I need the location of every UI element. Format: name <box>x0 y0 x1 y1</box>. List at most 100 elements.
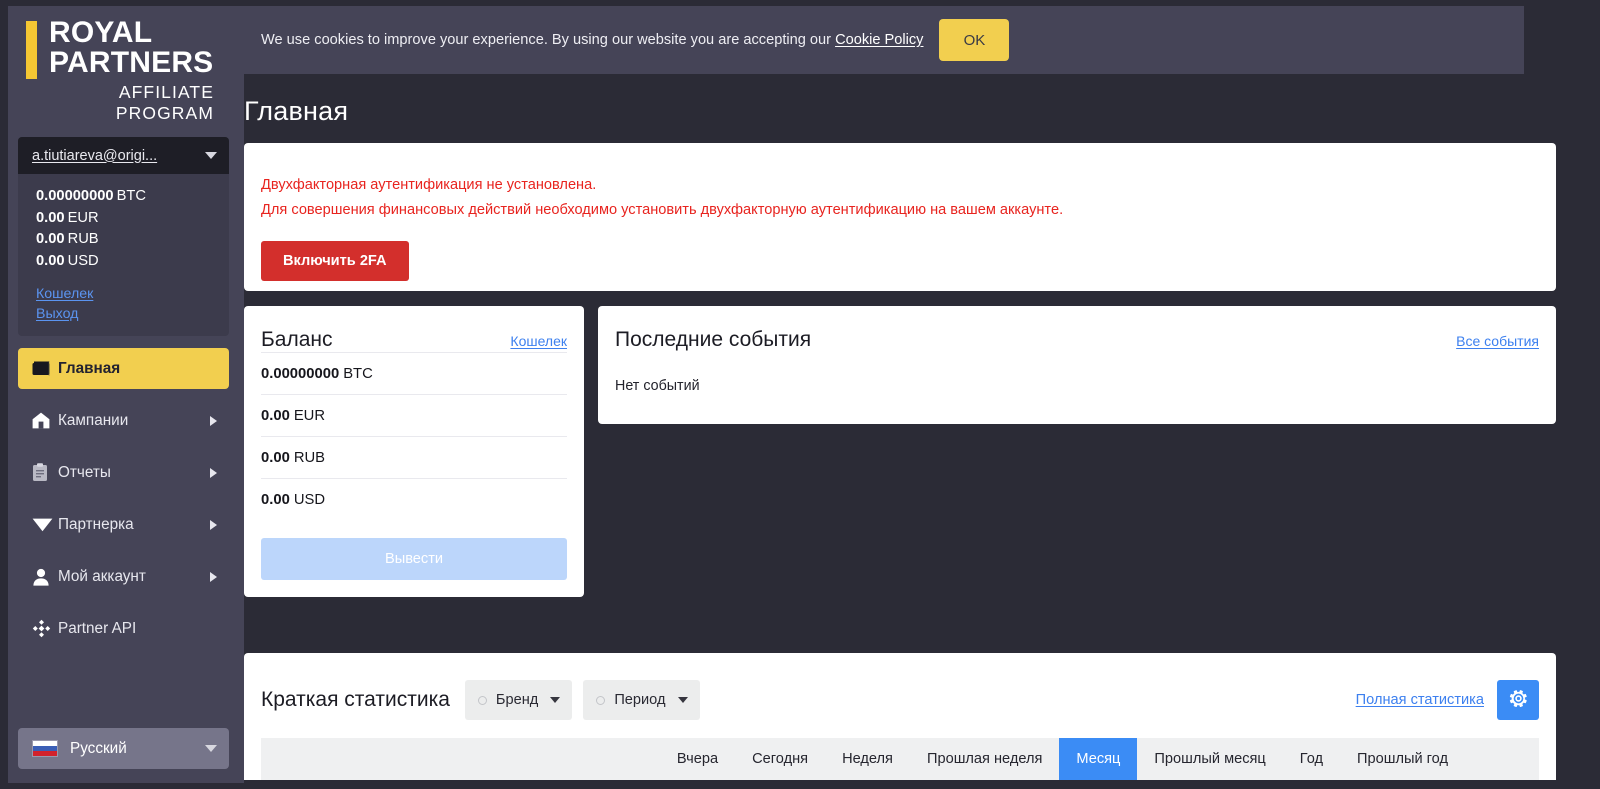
balance-currency: BTC <box>343 366 373 382</box>
sidebar-balance-currency: BTC <box>117 188 146 204</box>
cookie-banner-text: We use cookies to improve your experienc… <box>261 32 923 48</box>
sidebar: ROYAL PARTNERS AFFILIATE PROGRAM a.tiuti… <box>0 0 244 789</box>
tab-today[interactable]: Сегодня <box>735 738 825 780</box>
brand-filter-dropdown[interactable]: Бренд <box>465 680 572 720</box>
sidebar-item-partner-api[interactable]: Partner API <box>18 608 229 649</box>
chevron-right-icon <box>210 468 217 478</box>
sidebar-item-affiliate[interactable]: Партнерка <box>18 504 229 545</box>
twofa-warning-line-2: Для совершения финансовых действий необх… <box>261 198 1556 223</box>
sidebar-nav: Главная Кампании Отчеты Па <box>8 348 244 649</box>
balance-row: 0.00USD <box>261 478 567 520</box>
brand-accent-bar <box>26 21 37 79</box>
latest-events-card: Последние события Все события Нет событи… <box>598 306 1556 424</box>
quick-stats-title: Краткая статистика <box>261 688 450 712</box>
events-card-title: Последние события <box>615 328 811 352</box>
brand-line-2: PARTNERS <box>49 48 213 78</box>
tab-last-week[interactable]: Прошлая неделя <box>910 738 1059 780</box>
tab-last-month[interactable]: Прошлый месяц <box>1137 738 1282 780</box>
user-links: Кошелек Выход <box>18 272 229 324</box>
chevron-right-icon <box>210 520 217 530</box>
twofa-warning-line-1: Двухфакторная аутентификация не установл… <box>261 173 1556 198</box>
all-events-link[interactable]: Все события <box>1456 333 1539 349</box>
tab-year[interactable]: Год <box>1283 738 1340 780</box>
sidebar-balance-amount: 0.00 <box>36 231 65 247</box>
settings-button[interactable] <box>1497 680 1539 720</box>
dashboard-row: Баланс Кошелек 0.00000000BTC 0.00EUR 0.0… <box>244 306 1556 597</box>
sidebar-item-campaigns[interactable]: Кампании <box>18 400 229 441</box>
sidebar-balance-currency: RUB <box>68 231 99 247</box>
full-statistics-link[interactable]: Полная статистика <box>1356 692 1484 708</box>
app-root: ROYAL PARTNERS AFFILIATE PROGRAM a.tiuti… <box>0 0 1600 789</box>
logout-link[interactable]: Выход <box>36 304 229 324</box>
events-empty-text: Нет событий <box>615 378 1539 394</box>
chevron-right-icon <box>210 572 217 582</box>
sidebar-item-label: Кампании <box>58 412 210 430</box>
language-label: Русский <box>70 740 205 758</box>
period-filter-label: Период <box>614 692 665 708</box>
withdraw-button[interactable]: Вывести <box>261 538 567 580</box>
sidebar-item-home[interactable]: Главная <box>18 348 229 389</box>
sidebar-balance-amount: 0.00000000 <box>36 188 114 204</box>
cookie-ok-button[interactable]: OK <box>939 19 1009 61</box>
balance-currency: EUR <box>294 408 325 424</box>
balance-currency: RUB <box>294 450 325 466</box>
sidebar-item-label: Отчеты <box>58 464 210 482</box>
sidebar-balance-amount: 0.00 <box>36 210 65 226</box>
tab-week[interactable]: Неделя <box>825 738 910 780</box>
sidebar-item-label: Главная <box>58 360 217 378</box>
user-email-label: a.tiutiareva@origi... <box>32 148 157 164</box>
tabs-filler <box>1465 738 1539 780</box>
brand-subtitle: AFFILIATE PROGRAM <box>26 82 216 124</box>
page-title: Главная <box>244 74 1556 127</box>
balance-row: 0.00EUR <box>261 394 567 436</box>
brand-filter-label: Бренд <box>496 692 538 708</box>
balance-amount: 0.00 <box>261 492 290 508</box>
chevron-down-icon <box>550 697 560 703</box>
sidebar-item-label: Партнерка <box>58 516 210 534</box>
balance-currency: USD <box>294 492 325 508</box>
balance-wallet-link[interactable]: Кошелек <box>510 333 567 349</box>
period-tabs: Вчера Сегодня Неделя Прошлая неделя Меся… <box>261 738 1539 780</box>
tab-month[interactable]: Месяц <box>1059 738 1137 780</box>
chevron-down-icon <box>678 697 688 703</box>
quick-stats-header-right: Полная статистика <box>1356 680 1539 720</box>
sidebar-balance-currency: USD <box>68 253 99 269</box>
chevron-down-icon <box>205 745 217 752</box>
tab-yesterday[interactable]: Вчера <box>660 738 735 780</box>
sidebar-balance-row: 0.00USD <box>36 251 229 273</box>
home-icon <box>32 412 58 429</box>
sidebar-balance-list: 0.00000000BTC 0.00EUR 0.00RUB 0.00USD <box>18 174 229 272</box>
user-panel: a.tiutiareva@origi... 0.00000000BTC 0.00… <box>18 137 229 336</box>
chevron-right-icon <box>210 416 217 426</box>
cookie-banner: We use cookies to improve your experienc… <box>244 6 1524 74</box>
cookie-policy-link[interactable]: Cookie Policy <box>835 32 923 48</box>
sidebar-item-label: Мой аккаунт <box>58 568 210 586</box>
balance-card: Баланс Кошелек 0.00000000BTC 0.00EUR 0.0… <box>244 306 584 597</box>
content-wrap: We use cookies to improve your experienc… <box>244 6 1600 597</box>
clipboard-icon <box>32 463 58 482</box>
balance-row: 0.00RUB <box>261 436 567 478</box>
balance-card-title: Баланс <box>261 328 333 352</box>
sidebar-balance-row: 0.00000000BTC <box>36 186 229 208</box>
main-content: We use cookies to improve your experienc… <box>244 0 1600 789</box>
sidebar-item-reports[interactable]: Отчеты <box>18 452 229 493</box>
wallet-icon <box>32 361 58 377</box>
tab-last-year[interactable]: Прошлый год <box>1340 738 1465 780</box>
enable-2fa-button[interactable]: Включить 2FA <box>261 241 409 281</box>
sidebar-balance-row: 0.00RUB <box>36 229 229 251</box>
russia-flag-icon <box>32 740 58 757</box>
events-card-header: Последние события Все события <box>615 328 1539 352</box>
period-filter-dropdown[interactable]: Период <box>583 680 699 720</box>
balance-amount: 0.00 <box>261 450 290 466</box>
wallet-link[interactable]: Кошелек <box>36 284 229 304</box>
twofa-warning-card: Двухфакторная аутентификация не установл… <box>244 143 1556 291</box>
sidebar-item-label: Partner API <box>58 620 217 638</box>
quick-stats-card: Краткая статистика Бренд Период Полная с… <box>244 653 1556 780</box>
balance-amount: 0.00000000 <box>261 366 339 382</box>
brand-logo: ROYAL PARTNERS AFFILIATE PROGRAM <box>8 6 244 124</box>
language-selector[interactable]: Русский <box>18 728 229 769</box>
sidebar-item-my-account[interactable]: Мой аккаунт <box>18 556 229 597</box>
balance-amount: 0.00 <box>261 408 290 424</box>
quick-stats-header: Краткая статистика Бренд Период Полная с… <box>244 653 1556 725</box>
user-email-dropdown[interactable]: a.tiutiareva@origi... <box>18 137 229 174</box>
